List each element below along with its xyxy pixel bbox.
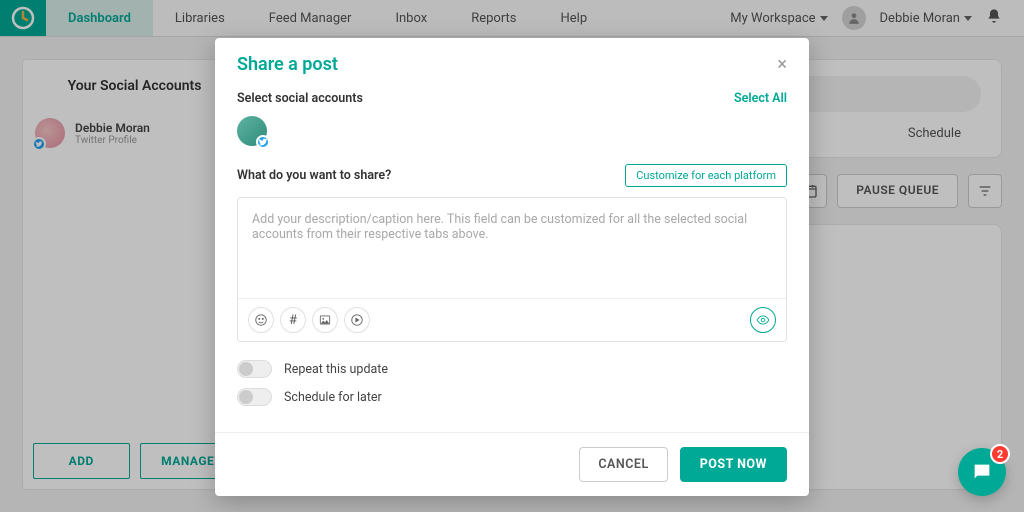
modal-title: Share a post <box>237 54 338 75</box>
image-icon[interactable] <box>312 307 338 333</box>
share-what-label: What do you want to share? <box>237 168 391 183</box>
select-accounts-label: Select social accounts <box>237 91 363 106</box>
close-icon[interactable]: × <box>777 56 787 74</box>
post-now-button[interactable]: POST NOW <box>680 447 787 482</box>
customize-platform-button[interactable]: Customize for each platform <box>625 164 787 187</box>
select-all-link[interactable]: Select All <box>734 91 787 106</box>
schedule-toggle[interactable] <box>237 388 272 406</box>
twitter-badge-icon <box>256 135 270 149</box>
hashtag-icon[interactable]: # <box>280 307 306 333</box>
video-icon[interactable] <box>344 307 370 333</box>
composer-box: # <box>237 197 787 342</box>
emoji-icon[interactable] <box>248 307 274 333</box>
share-post-modal: Share a post × Select social accounts Se… <box>215 38 809 496</box>
chat-widget[interactable]: 2 <box>958 448 1006 496</box>
account-chip[interactable] <box>237 116 267 146</box>
schedule-toggle-label: Schedule for later <box>284 390 382 405</box>
preview-icon[interactable] <box>750 307 776 333</box>
chat-badge: 2 <box>990 444 1010 464</box>
cancel-button[interactable]: CANCEL <box>579 447 667 482</box>
repeat-toggle-label: Repeat this update <box>284 362 388 377</box>
repeat-toggle[interactable] <box>237 360 272 378</box>
caption-textarea[interactable] <box>238 198 786 294</box>
